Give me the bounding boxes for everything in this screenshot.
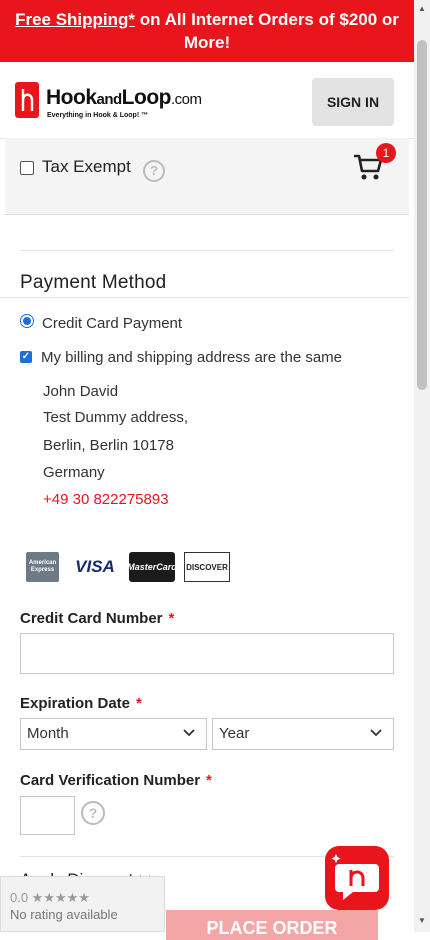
cc-number-input[interactable] [20, 633, 394, 674]
tax-exempt-checkbox[interactable] [20, 161, 34, 175]
sign-in-button[interactable]: SIGN IN [312, 78, 394, 126]
tax-exempt-section: Tax Exempt ? 1 [5, 138, 409, 215]
year-select[interactable]: Year [212, 718, 394, 750]
divider [20, 250, 394, 251]
site-logo[interactable]: HookandLoop.com Everything in Hook & Loo… [15, 82, 215, 124]
logo-text: HookandLoop.com [46, 86, 202, 109]
scrollbar-thumb[interactable] [417, 40, 427, 390]
address-street: Test Dummy address, [43, 409, 189, 426]
chevron-down-icon [369, 723, 383, 753]
rating-score: 0.0 ★★★★★ [10, 890, 90, 905]
tax-help-icon[interactable]: ? [143, 160, 165, 182]
banner-text: on All Internet Orders of $200 or More! [135, 10, 399, 52]
cvv-label: Card Verification Number * [20, 772, 212, 789]
tax-exempt-label: Tax Exempt [42, 157, 131, 176]
cart-count-badge: 1 [376, 143, 396, 163]
free-shipping-banner: Free Shipping* on All Internet Orders of… [0, 0, 414, 62]
mastercard-card-icon: MasterCard [127, 552, 177, 582]
address-city: Berlin, Berlin 10178 [43, 437, 174, 454]
rating-widget[interactable]: 0.0 ★★★★★ No rating available [0, 876, 165, 932]
scroll-up-icon[interactable]: ▲ [418, 4, 426, 13]
chat-widget-button[interactable] [325, 846, 389, 910]
divider [0, 297, 410, 298]
cvv-input[interactable] [20, 796, 75, 835]
discover-card-icon: DISCOVER [184, 552, 230, 582]
credit-card-radio[interactable] [20, 314, 34, 328]
same-address-label: My billing and shipping address are the … [41, 349, 343, 366]
place-order-button[interactable]: PLACE ORDER [166, 910, 378, 940]
payment-method-title: Payment Method [20, 272, 167, 293]
visa-card-icon: VISA [75, 557, 115, 576]
scroll-down-icon[interactable]: ▼ [418, 916, 426, 925]
chat-icon [331, 854, 379, 900]
address-country: Germany [43, 464, 105, 481]
site-header: HookandLoop.com Everything in Hook & Loo… [0, 62, 414, 139]
credit-card-option-label: Credit Card Payment [42, 315, 183, 332]
page-scrollbar[interactable]: ▲ ▼ [414, 0, 430, 932]
cc-number-label: Credit Card Number * [20, 610, 175, 627]
free-shipping-link[interactable]: Free Shipping* [15, 10, 135, 29]
chevron-down-icon [182, 723, 196, 753]
logo-mark-icon [15, 82, 39, 118]
month-select[interactable]: Month [20, 718, 207, 750]
rating-text: No rating available [10, 907, 118, 922]
expiration-label: Expiration Date * [20, 695, 142, 712]
logo-tagline: Everything in Hook & Loop! ™ [47, 112, 149, 119]
same-address-checkbox[interactable]: ✓ [20, 351, 32, 363]
cvv-help-icon[interactable]: ? [81, 801, 105, 825]
amex-card-icon: American Express [26, 552, 59, 582]
address-phone[interactable]: +49 30 822275893 [43, 491, 169, 508]
address-name: John David [43, 383, 119, 400]
